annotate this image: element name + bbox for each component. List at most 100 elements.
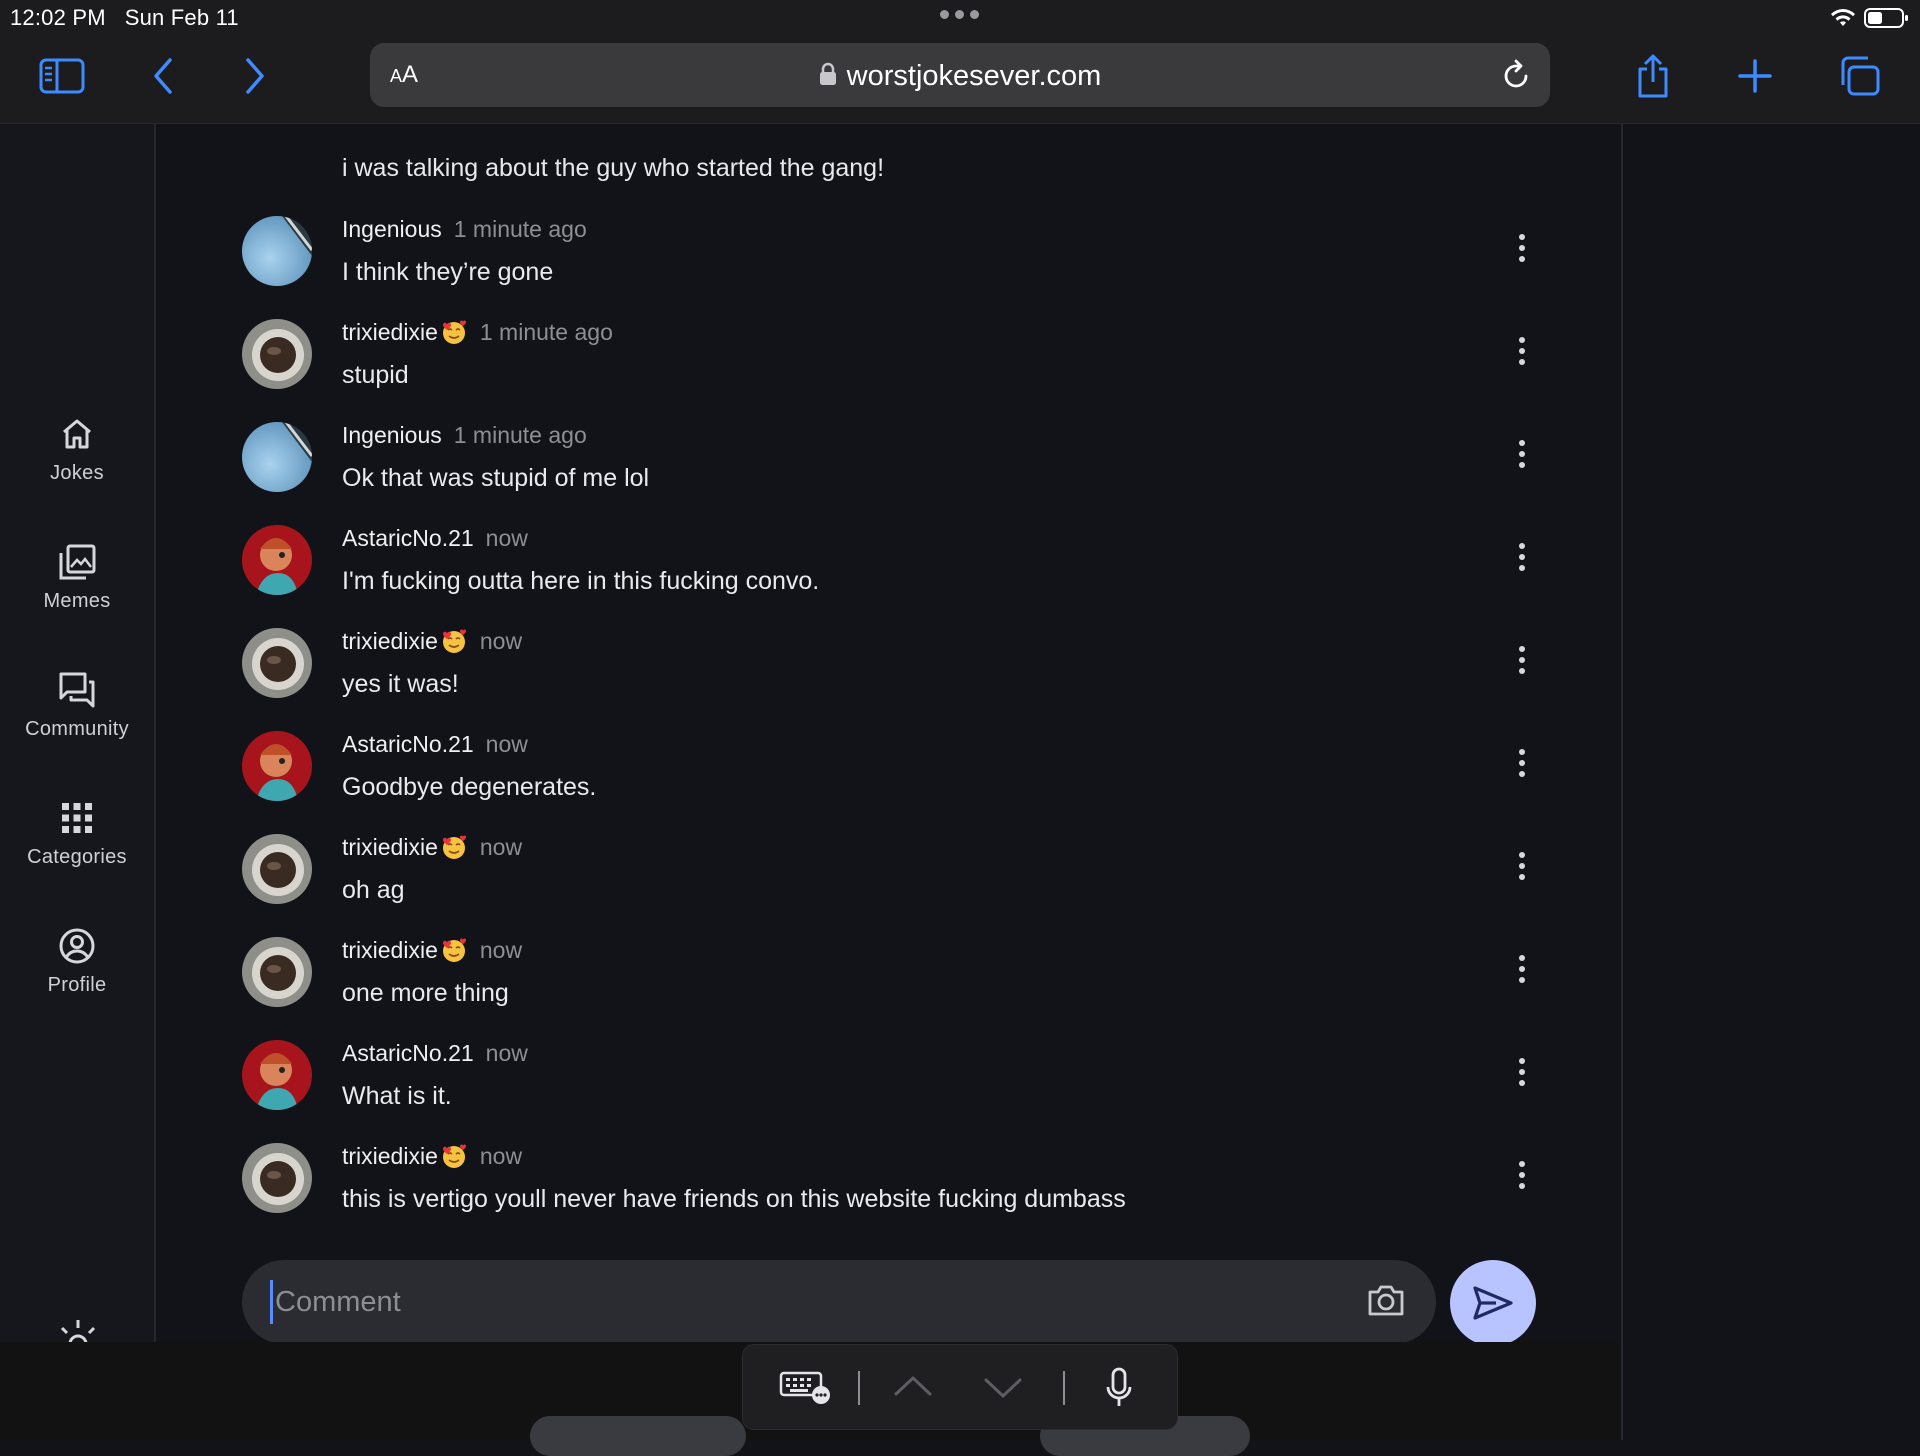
- comment-text: oh ag: [342, 876, 405, 904]
- avatar[interactable]: [242, 1143, 312, 1213]
- separator: [858, 1371, 860, 1405]
- home-icon: [63, 419, 91, 449]
- comment-item: AstaricNo.21 now I'm fucking outta here i…: [240, 523, 1540, 626]
- avatar[interactable]: [242, 525, 312, 595]
- camera-icon[interactable]: [1366, 1282, 1406, 1318]
- nav-item-categories[interactable]: Categories: [0, 798, 154, 869]
- status-bar: 12:02 PM Sun Feb 11: [0, 0, 1920, 34]
- comment-item: trixiedixie now this is vertigo youll nev…: [240, 1141, 1540, 1244]
- comment-text: I'm fucking outta here in this fucking c…: [342, 567, 820, 595]
- comment-item: AstaricNo.21 now What is it.: [240, 1038, 1540, 1141]
- send-button[interactable]: [1450, 1260, 1536, 1346]
- nav-label: Profile: [47, 974, 107, 996]
- avatar[interactable]: [242, 628, 312, 698]
- comment-text: this is vertigo youll never have friends…: [342, 1185, 1126, 1213]
- comment-time: now: [479, 937, 523, 963]
- keyboard-icon[interactable]: [779, 1367, 831, 1407]
- comment-text: I think they’re gone: [342, 258, 554, 286]
- comment-header: AstaricNo.21 now: [342, 1040, 528, 1067]
- previous-comment-text: i was talking about the guy who started …: [342, 154, 885, 182]
- new-tab-icon[interactable]: [1726, 50, 1784, 102]
- avatar[interactable]: [242, 937, 312, 1007]
- comment-username[interactable]: AstaricNo.21: [342, 525, 474, 551]
- content-divider: [1621, 124, 1623, 1440]
- keyboard-accessory-bar: [742, 1344, 1178, 1430]
- avatar[interactable]: [242, 216, 312, 286]
- smiling-face-with-hearts-icon: [442, 629, 466, 653]
- nav-item-community[interactable]: Community: [0, 670, 154, 741]
- reload-icon[interactable]: [1500, 58, 1532, 92]
- comment-username[interactable]: trixiedixie: [342, 1143, 438, 1169]
- forward-icon[interactable]: [226, 50, 284, 102]
- more-options-icon[interactable]: [1512, 1161, 1532, 1201]
- nav-item-profile[interactable]: Profile: [0, 926, 154, 997]
- avatar[interactable]: [242, 422, 312, 492]
- more-options-icon[interactable]: [1512, 749, 1532, 789]
- comment-header: trixiedixie 1 minute ago: [342, 319, 613, 346]
- back-icon[interactable]: [134, 50, 192, 102]
- sidebar-icon[interactable]: [33, 50, 91, 102]
- more-options-icon[interactable]: [1512, 234, 1532, 274]
- comment-header: AstaricNo.21 now: [342, 731, 528, 758]
- avatar[interactable]: [242, 1040, 312, 1110]
- browser-toolbar: AA worstjokesever.com: [0, 34, 1920, 124]
- more-options-icon[interactable]: [1512, 955, 1532, 995]
- comment-username[interactable]: trixiedixie: [342, 628, 438, 654]
- comment-item: trixiedixie now one more thing: [240, 935, 1540, 1038]
- comment-username[interactable]: trixiedixie: [342, 319, 438, 345]
- comment-username[interactable]: AstaricNo.21: [342, 731, 474, 757]
- comment-header: trixiedixie now: [342, 1143, 522, 1170]
- grid-icon: [62, 803, 92, 833]
- comment-username[interactable]: trixiedixie: [342, 937, 438, 963]
- status-indicators: [1830, 7, 1910, 29]
- tab-pill[interactable]: [530, 1416, 746, 1456]
- chevron-down-icon[interactable]: [983, 1377, 1023, 1399]
- url-display[interactable]: worstjokesever.com: [370, 60, 1550, 93]
- comment-composer: [242, 1260, 1436, 1344]
- smiling-face-with-hearts-icon: [442, 938, 466, 962]
- comment-time: now: [479, 834, 523, 860]
- account-icon: [59, 928, 95, 964]
- avatar[interactable]: [242, 834, 312, 904]
- comment-text: Goodbye degenerates.: [342, 773, 597, 801]
- microphone-icon[interactable]: [1105, 1367, 1133, 1409]
- nav-label: Memes: [43, 590, 111, 612]
- side-navigation: Jokes Memes Community Categories Profile: [0, 124, 156, 1346]
- comment-username[interactable]: Ingenious: [342, 422, 442, 448]
- multitasking-dots-icon[interactable]: [940, 10, 979, 19]
- more-options-icon[interactable]: [1512, 440, 1532, 480]
- address-bar[interactable]: AA worstjokesever.com: [370, 43, 1550, 107]
- comment-time: 1 minute ago: [453, 216, 587, 242]
- avatar[interactable]: [242, 731, 312, 801]
- more-options-icon[interactable]: [1512, 543, 1532, 583]
- comment-item: trixiedixie now oh ag: [240, 832, 1540, 935]
- smiling-face-with-hearts-icon: [442, 1144, 466, 1168]
- comment-text: Ok that was stupid of me lol: [342, 464, 650, 492]
- comment-input[interactable]: [270, 1280, 1270, 1324]
- comment-text: stupid: [342, 361, 409, 389]
- comment-username[interactable]: AstaricNo.21: [342, 1040, 474, 1066]
- tabs-icon[interactable]: [1830, 50, 1888, 102]
- comment-header: Ingenious 1 minute ago: [342, 216, 587, 243]
- nav-item-memes[interactable]: Memes: [0, 542, 154, 613]
- nav-label: Categories: [27, 846, 127, 868]
- more-options-icon[interactable]: [1512, 1058, 1532, 1098]
- share-icon[interactable]: [1624, 50, 1682, 102]
- wifi-icon: [1831, 9, 1855, 26]
- comment-username[interactable]: trixiedixie: [342, 834, 438, 860]
- nav-label: Jokes: [50, 462, 104, 484]
- comment-time: 1 minute ago: [479, 319, 613, 345]
- nav-item-jokes[interactable]: Jokes: [0, 414, 154, 485]
- forum-icon: [59, 672, 95, 708]
- comment-item: Ingenious 1 minute ago Ok that was stupid…: [240, 420, 1540, 523]
- chevron-up-icon[interactable]: [893, 1375, 933, 1397]
- comment-header: AstaricNo.21 now: [342, 525, 528, 552]
- more-options-icon[interactable]: [1512, 852, 1532, 892]
- more-options-icon[interactable]: [1512, 337, 1532, 377]
- smiling-face-with-hearts-icon: [442, 835, 466, 859]
- more-options-icon[interactable]: [1512, 646, 1532, 686]
- avatar[interactable]: [242, 319, 312, 389]
- comment-item: trixiedixie 1 minute ago stupid: [240, 317, 1540, 420]
- comment-time: now: [485, 731, 528, 757]
- comment-username[interactable]: Ingenious: [342, 216, 442, 242]
